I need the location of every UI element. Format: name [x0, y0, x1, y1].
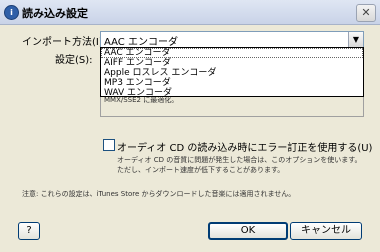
- error-correction-checkbox[interactable]: [103, 139, 115, 151]
- ok-button[interactable]: OK: [208, 222, 288, 240]
- import-method-label: インポート方法(I):: [22, 37, 107, 48]
- error-correction-label[interactable]: オーディオ CD の読み込み時にエラー訂正を使用する(U): [117, 139, 372, 154]
- import-method-value: AAC エンコーダ: [104, 37, 178, 48]
- dropdown-item-aac[interactable]: AAC エンコーダ: [101, 48, 363, 58]
- error-correction-description: オーディオ CD の音質に問題が発生した場合は、このオプションを使います。ただし…: [117, 156, 362, 174]
- cancel-button[interactable]: キャンセル: [290, 222, 362, 240]
- footer-note: 注意: これらの設定は、iTunes Store からダウンロードした音楽には適…: [22, 190, 296, 198]
- dropdown-item-wav[interactable]: WAV エンコーダ: [101, 88, 363, 98]
- help-button[interactable]: ?: [18, 222, 40, 240]
- itunes-icon: i: [4, 5, 19, 20]
- close-button[interactable]: ✕: [356, 4, 376, 22]
- window-title: 読み込み設定: [22, 7, 88, 20]
- import-method-dropdown[interactable]: AAC エンコーダ AIFF エンコーダ Apple ロスレス エンコーダ MP…: [100, 47, 364, 98]
- dropdown-item-apple-lossless[interactable]: Apple ロスレス エンコーダ: [101, 68, 363, 78]
- settings-label: 設定(S):: [55, 55, 93, 66]
- title-bar: i 読み込み設定 ✕: [0, 0, 380, 25]
- chevron-down-icon[interactable]: ▼: [348, 32, 363, 48]
- dropdown-item-mp3[interactable]: MP3 エンコーダ: [101, 78, 363, 88]
- dropdown-item-aiff[interactable]: AIFF エンコーダ: [101, 58, 363, 68]
